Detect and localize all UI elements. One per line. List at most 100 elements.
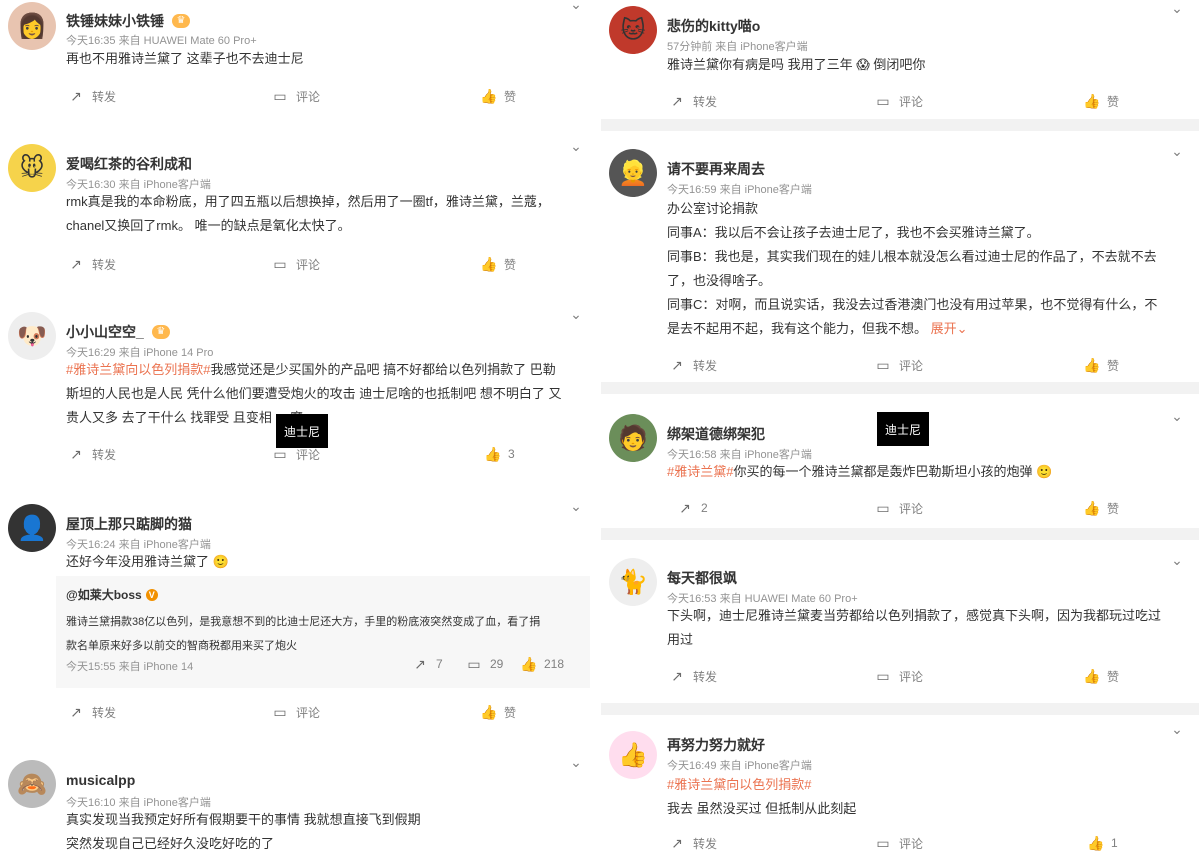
comment-text: rmk真是我的本命粉底，用了四五瓶以后想换掉，然后用了一圈tf，雅诗兰黛，兰蔻，…: [66, 194, 550, 233]
avatar[interactable]: 👍: [609, 731, 657, 779]
chevron-down-icon[interactable]: ⌄: [1169, 0, 1185, 16]
thumbs-up-icon: 👍: [520, 656, 538, 672]
avatar[interactable]: 🐱: [609, 6, 657, 54]
avatar[interactable]: 🐶: [8, 312, 56, 360]
repost-icon: ↗: [671, 668, 683, 684]
quoted-like-button[interactable]: 👍 218: [520, 654, 564, 674]
chevron-down-icon[interactable]: ⌄: [568, 0, 584, 12]
comment-post: 👩 铁锤妹妹小铁锤 ♛ 今天16:35 来自 HUAWEI Mate 60 Pro…: [0, 0, 598, 114]
username[interactable]: 绑架道德绑架犯: [667, 424, 765, 444]
avatar[interactable]: 🧑: [609, 414, 657, 462]
hashtag-link[interactable]: #雅诗兰黛向以色列捐款#: [667, 773, 1177, 797]
repost-icon: ↗: [414, 656, 426, 672]
avatar[interactable]: 🙈: [8, 760, 56, 808]
repost-button[interactable]: ↗ 转发: [669, 91, 717, 111]
avatar[interactable]: 👱: [609, 149, 657, 197]
repost-icon: ↗: [671, 835, 683, 851]
like-button[interactable]: 👍 3: [484, 444, 515, 464]
like-button[interactable]: 👍 赞: [1083, 498, 1119, 518]
like-button[interactable]: 👍 赞: [1083, 355, 1119, 375]
quoted-repost-button[interactable]: ↗ 7: [412, 654, 443, 674]
comment-button[interactable]: ▭ 评论: [875, 355, 923, 375]
thumbs-up-icon: 👍: [480, 256, 498, 272]
comment-post: 🐱 悲伤的kitty喵o 57分钟前 来自 iPhone客户端 雅诗兰黛你有病是…: [601, 0, 1199, 119]
comment-post: 🐈 每天都很飒 今天16:53 来自 HUAWEI Mate 60 Pro+ 下…: [601, 540, 1199, 703]
username[interactable]: 铁锤妹妹小铁锤 ♛: [66, 11, 190, 31]
like-button[interactable]: 👍 赞: [480, 86, 516, 106]
like-button[interactable]: 👍 1: [1087, 833, 1118, 853]
thumbs-up-icon: 👍: [1087, 835, 1105, 851]
quoted-comment-button[interactable]: ▭ 29: [466, 654, 503, 674]
quoted-post[interactable]: @如莱大boss V 雅诗兰黛捐款38亿以色列，是我意想不到的比迪士尼还大方，手里…: [56, 576, 590, 688]
hashtag-link[interactable]: #雅诗兰黛向以色列捐款#: [66, 362, 210, 377]
quoted-username[interactable]: @如莱大boss V: [66, 586, 158, 603]
comment-post: 🐭 爱喝红茶的谷利成和 今天16:30 来自 iPhone客户端 rmk真是我的…: [0, 126, 598, 282]
thumbs-up-icon: 👍: [1083, 500, 1101, 516]
repost-button[interactable]: ↗ 转发: [68, 444, 116, 464]
repost-button[interactable]: ↗ 转发: [68, 86, 116, 106]
comment-icon: ▭: [876, 357, 890, 373]
like-button[interactable]: 👍 赞: [1083, 91, 1119, 111]
thumbs-up-icon: 👍: [1083, 668, 1101, 684]
like-button[interactable]: 👍 赞: [1083, 666, 1119, 686]
comment-icon: ▭: [876, 93, 890, 109]
username[interactable]: 每天都很飒: [667, 568, 737, 588]
chevron-down-icon[interactable]: ⌄: [1169, 721, 1185, 737]
thumbs-up-icon: 👍: [1083, 357, 1101, 373]
comment-button[interactable]: ▭ 评论: [272, 444, 320, 464]
comment-button[interactable]: ▭ 评论: [875, 498, 923, 518]
comment-icon: ▭: [273, 704, 287, 720]
chevron-down-icon[interactable]: ⌄: [1169, 143, 1185, 159]
post-meta: 今天16:49 来自 iPhone客户端: [667, 760, 812, 772]
chevron-down-icon[interactable]: ⌄: [568, 498, 584, 514]
username[interactable]: 请不要再来周去: [667, 159, 765, 179]
username[interactable]: musicalpp: [66, 772, 135, 788]
comment-button[interactable]: ▭ 评论: [875, 666, 923, 686]
hashtag-link[interactable]: #雅诗兰黛#: [667, 464, 733, 479]
repost-icon: ↗: [679, 500, 691, 516]
repost-button[interactable]: ↗ 转发: [68, 254, 116, 274]
expand-link[interactable]: 展开⌄: [931, 321, 968, 336]
comment-text: #雅诗兰黛#你买的每一个雅诗兰黛都是轰炸巴勒斯坦小孩的炮弹 🙂: [667, 464, 1053, 479]
chevron-down-icon[interactable]: ⌄: [568, 306, 584, 322]
username[interactable]: 小小山空空_ ♛: [66, 322, 170, 342]
left-comment-column: 👩 铁锤妹妹小铁锤 ♛ 今天16:35 来自 HUAWEI Mate 60 Pro…: [0, 0, 598, 860]
comment-post: 🙈 musicalpp 今天16:10 来自 iPhone客户端 真实发现当我预…: [0, 742, 598, 860]
comment-icon: ▭: [876, 668, 890, 684]
username[interactable]: 再努力努力就好: [667, 735, 765, 755]
username[interactable]: 屋顶上那只踮脚的猫: [66, 514, 192, 534]
comment-button[interactable]: ▭ 评论: [272, 86, 320, 106]
redaction-label: 迪士尼: [276, 414, 328, 448]
repost-button[interactable]: ↗ 转发: [68, 702, 116, 722]
like-button[interactable]: 👍 赞: [480, 254, 516, 274]
avatar[interactable]: 🐈: [609, 558, 657, 606]
comment-button[interactable]: ▭ 评论: [272, 254, 320, 274]
post-meta: 57分钟前 来自 iPhone客户端: [667, 41, 808, 53]
comment-button[interactable]: ▭ 评论: [272, 702, 320, 722]
chevron-down-icon[interactable]: ⌄: [568, 754, 584, 770]
avatar[interactable]: 👩: [8, 2, 56, 50]
comment-text: 下头啊，迪士尼雅诗兰黛麦当劳都给以色列捐款了，感觉真下头啊，因为我都玩过吃过 用过: [667, 608, 1162, 647]
username[interactable]: 悲伤的kitty喵o: [667, 16, 760, 36]
repost-button[interactable]: ↗ 转发: [669, 355, 717, 375]
chevron-down-icon[interactable]: ⌄: [568, 138, 584, 154]
chevron-down-icon[interactable]: ⌄: [1169, 552, 1185, 568]
repost-button[interactable]: ↗ 2: [677, 498, 708, 518]
comment-button[interactable]: ▭ 评论: [875, 91, 923, 111]
avatar[interactable]: 👤: [8, 504, 56, 552]
like-button[interactable]: 👍 赞: [480, 702, 516, 722]
right-comment-column: 🐱 悲伤的kitty喵o 57分钟前 来自 iPhone客户端 雅诗兰黛你有病是…: [601, 0, 1199, 860]
username[interactable]: 爱喝红茶的谷利成和: [66, 154, 192, 174]
comment-post: 👍 再努力努力就好 今天16:49 来自 iPhone客户端 #雅诗兰黛向以色列…: [601, 715, 1199, 860]
repost-button[interactable]: ↗ 转发: [669, 666, 717, 686]
repost-icon: ↗: [70, 88, 82, 104]
chevron-down-icon[interactable]: ⌄: [1169, 408, 1185, 424]
repost-icon: ↗: [70, 704, 82, 720]
repost-icon: ↗: [671, 357, 683, 373]
avatar[interactable]: 🐭: [8, 144, 56, 192]
quoted-text: 雅诗兰黛捐款38亿以色列，是我意想不到的比迪士尼还大方，手里的粉底液突然变成了血…: [66, 616, 541, 652]
repost-button[interactable]: ↗ 转发: [669, 833, 717, 853]
comment-post: 👤 屋顶上那只踮脚的猫 今天16:24 来自 iPhone客户端 还好今年没用雅…: [0, 486, 598, 730]
comment-icon: ▭: [273, 88, 287, 104]
comment-button[interactable]: ▭ 评论: [875, 833, 923, 853]
